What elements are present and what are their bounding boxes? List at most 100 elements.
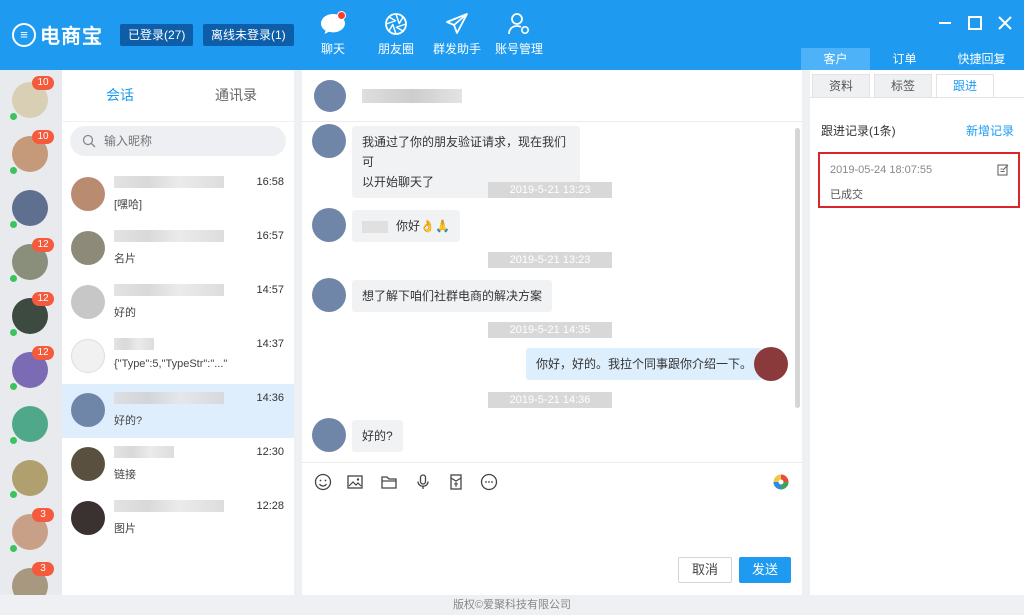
nav-broadcast[interactable]: 群发助手 (424, 12, 490, 57)
conversation-items: 16:58 [嘿哈] 16:57 名片 14:57 好的 14:37 {"Type":5… (62, 168, 294, 546)
list-item-selected[interactable]: 14:36 好的? (62, 384, 294, 438)
account-item[interactable]: 12 (0, 232, 62, 286)
list-item-time: 12:30 (256, 446, 284, 458)
chat-header (302, 70, 802, 122)
list-item[interactable]: 16:58 [嘿哈] (62, 168, 294, 222)
image-icon[interactable] (346, 473, 364, 491)
top-header: ≡ 电商宝 已登录(27) 离线未登录(1) 聊天 朋友圈 群发助手 账号管理 … (0, 0, 1024, 70)
tab-orders[interactable]: 订单 (870, 48, 939, 70)
contact-name-redacted (114, 392, 224, 404)
account-item[interactable] (0, 394, 62, 448)
list-item[interactable]: 14:37 {"Type":5,"TypeStr":"..." (62, 330, 294, 384)
message-text: 你好👌🙏 (396, 219, 450, 233)
message-text: 我通过了你的朋友验证请求，现在我们可 (362, 135, 567, 169)
unread-badge: 3 (32, 508, 54, 522)
account-item[interactable]: 10 (0, 70, 62, 124)
unread-badge: 12 (32, 292, 54, 306)
account-item[interactable]: 12 (0, 286, 62, 340)
search-box[interactable] (70, 126, 286, 156)
more-chat-icon[interactable] (480, 473, 498, 491)
red-packet-icon[interactable] (447, 473, 465, 491)
list-item[interactable]: 12:28 图片 (62, 492, 294, 546)
minimize-icon[interactable] (936, 14, 954, 32)
chat-window: 我通过了你的朋友验证请求，现在我们可 以开始聊天了 2019-5-21 13:2… (302, 70, 802, 595)
nav-account[interactable]: 账号管理 (486, 12, 552, 57)
nav-moments[interactable]: 朋友圈 (363, 12, 429, 57)
search-input[interactable] (104, 134, 264, 148)
offline-button[interactable]: 离线未登录(1) (203, 24, 294, 46)
list-item-preview: 名片 (114, 253, 136, 265)
list-item-preview: 好的? (114, 415, 143, 427)
tab-quick-reply[interactable]: 快捷回复 (939, 48, 1024, 70)
contact-name-redacted (114, 338, 154, 350)
list-item-preview: {"Type":5,"TypeStr":"..." (114, 358, 228, 370)
add-record-link[interactable]: 新增记录 (966, 122, 1014, 139)
avatar (71, 501, 105, 535)
unread-badge: 10 (32, 130, 54, 144)
tab-customer[interactable]: 客户 (801, 48, 870, 70)
list-item-preview: 图片 (114, 523, 136, 535)
timestamp: 2019-5-21 13:23 (488, 182, 612, 198)
follow-up-count: 跟进记录(1条) (821, 124, 896, 138)
list-item-time: 14:57 (256, 284, 284, 296)
list-item[interactable]: 16:57 名片 (62, 222, 294, 276)
tab-profile[interactable]: 资料 (812, 74, 870, 97)
avatar (312, 418, 346, 452)
send-button[interactable]: 发送 (739, 557, 791, 583)
nav-moments-label: 朋友圈 (377, 42, 414, 56)
copyright-footer: 版权©爱聚科技有限公司 (0, 595, 1024, 615)
online-dot (10, 167, 17, 174)
emoji-icon[interactable] (314, 473, 332, 491)
nav-chat[interactable]: 聊天 (300, 11, 366, 57)
panel-tabs: 资料 标签 跟进 (810, 70, 1024, 98)
avatar (312, 208, 346, 242)
account-item[interactable]: 12 (0, 340, 62, 394)
tab-conversations[interactable]: 会话 (62, 70, 178, 121)
avatar (71, 393, 105, 427)
search-icon (82, 134, 96, 148)
folder-icon[interactable] (380, 473, 398, 491)
contact-name-redacted (114, 176, 224, 188)
microphone-icon[interactable] (414, 473, 432, 491)
avatar (12, 460, 48, 496)
account-item[interactable]: 3 (0, 502, 62, 556)
avatar (312, 278, 346, 312)
list-item-preview: [嘿哈] (114, 199, 143, 211)
nav-chat-label: 聊天 (320, 42, 345, 56)
message-text: 想了解下咱们社群电商的解决方案 (362, 289, 543, 303)
list-item-preview: 好的 (114, 307, 136, 319)
account-item[interactable]: 3 (0, 556, 62, 595)
account-rail: 10 10 12 12 12 3 3 (0, 70, 62, 595)
message-text: 好的? (362, 429, 393, 443)
logged-in-button[interactable]: 已登录(27) (120, 24, 194, 46)
cancel-button[interactable]: 取消 (678, 557, 732, 583)
account-item[interactable]: 10 (0, 124, 62, 178)
list-item[interactable]: 14:57 好的 (62, 276, 294, 330)
close-icon[interactable] (996, 14, 1014, 32)
avatar (314, 80, 346, 112)
list-item-time: 14:36 (256, 392, 284, 404)
edit-icon[interactable] (997, 163, 1010, 176)
message-area[interactable]: 我通过了你的朋友验证请求，现在我们可 以开始聊天了 2019-5-21 13:2… (302, 122, 802, 462)
maximize-icon[interactable] (966, 14, 984, 32)
avatar (754, 347, 788, 381)
online-dot (10, 491, 17, 498)
list-item[interactable]: 12:30 链接 (62, 438, 294, 492)
avatar (71, 285, 105, 319)
conversation-list: 会话 通讯录 16:58 [嘿哈] 16:57 名片 14:57 好的 14:37 {"… (62, 70, 294, 595)
online-dot (10, 113, 17, 120)
scrollbar[interactable] (795, 128, 800, 408)
timestamp: 2019-5-21 14:35 (488, 322, 612, 338)
nav-account-label: 账号管理 (494, 42, 543, 56)
tab-contacts[interactable]: 通讯录 (178, 70, 294, 121)
avatar (12, 190, 48, 226)
account-item[interactable] (0, 448, 62, 502)
tab-follow-up[interactable]: 跟进 (936, 74, 994, 97)
message-bubble: 你好👌🙏 (352, 210, 460, 242)
list-tabs: 会话 通讯录 (62, 70, 294, 122)
account-item[interactable] (0, 178, 62, 232)
list-item-time: 14:37 (256, 338, 284, 350)
contact-name-redacted (114, 446, 174, 458)
color-wheel-icon[interactable] (772, 473, 790, 491)
tab-tags[interactable]: 标签 (874, 74, 932, 97)
